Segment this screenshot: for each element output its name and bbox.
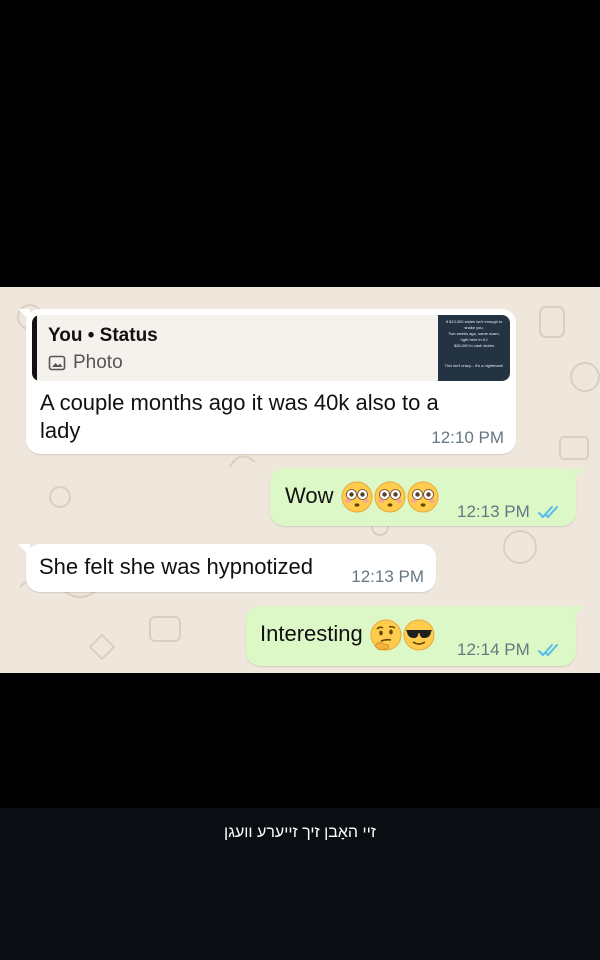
status-thumbnail[interactable]: If $13,000 stolen isn't enough to shake … bbox=[438, 315, 510, 381]
incoming-message-bubble[interactable]: You • Status Photo If $13,000 stolen isn… bbox=[18, 309, 516, 454]
message-text-line: A couple months ago it was 40k also to a bbox=[40, 390, 439, 415]
thumb-line: $26,000 in cash stolen bbox=[453, 343, 495, 348]
quoted-status-title: You • Status bbox=[48, 325, 158, 346]
read-receipt-icon bbox=[538, 504, 562, 520]
outgoing-message-bubble[interactable]: Wow 12:13 PM bbox=[270, 468, 584, 526]
thinking-face-emoji bbox=[370, 619, 402, 651]
sunglasses-face-emoji bbox=[403, 619, 435, 651]
flushed-face-emoji bbox=[407, 481, 439, 513]
image-caption: זיי האָבן זיך זייערע וועגן bbox=[224, 824, 376, 841]
message-time: 12:13 PM bbox=[351, 567, 424, 586]
quoted-status-type-label: Photo bbox=[73, 352, 123, 373]
message-time: 12:14 PM bbox=[457, 640, 530, 659]
flushed-face-emoji bbox=[374, 481, 406, 513]
bubble-tail bbox=[572, 606, 584, 618]
bubble-tail bbox=[18, 544, 30, 556]
message-text: She felt she was hypnotized bbox=[39, 554, 313, 579]
bubble-tail bbox=[18, 309, 30, 321]
quote-accent-bar bbox=[32, 315, 37, 381]
photo-icon bbox=[48, 355, 66, 371]
quoted-status-type: Photo bbox=[48, 352, 123, 374]
incoming-message-bubble[interactable]: She felt she was hypnotized 12:13 PM bbox=[18, 544, 436, 592]
thumb-footer: This isn't crazy... It's a nightmare! bbox=[444, 363, 504, 368]
flushed-face-emoji bbox=[341, 481, 373, 513]
message-text: Wow bbox=[285, 481, 439, 513]
message-time: 12:10 PM bbox=[431, 428, 504, 447]
quoted-status-reply[interactable]: You • Status Photo If $13,000 stolen isn… bbox=[32, 315, 510, 381]
message-time: 12:13 PM bbox=[457, 502, 530, 521]
message-text-content: Wow bbox=[285, 482, 334, 508]
message-text-content: Interesting bbox=[260, 620, 363, 646]
outgoing-message-bubble[interactable]: Interesting 12:14 PM bbox=[246, 606, 584, 666]
read-receipt-icon bbox=[538, 642, 562, 658]
bubble-tail bbox=[572, 468, 584, 480]
message-text: Interesting bbox=[260, 619, 435, 651]
chat-area[interactable]: You • Status Photo If $13,000 stolen isn… bbox=[0, 287, 600, 673]
